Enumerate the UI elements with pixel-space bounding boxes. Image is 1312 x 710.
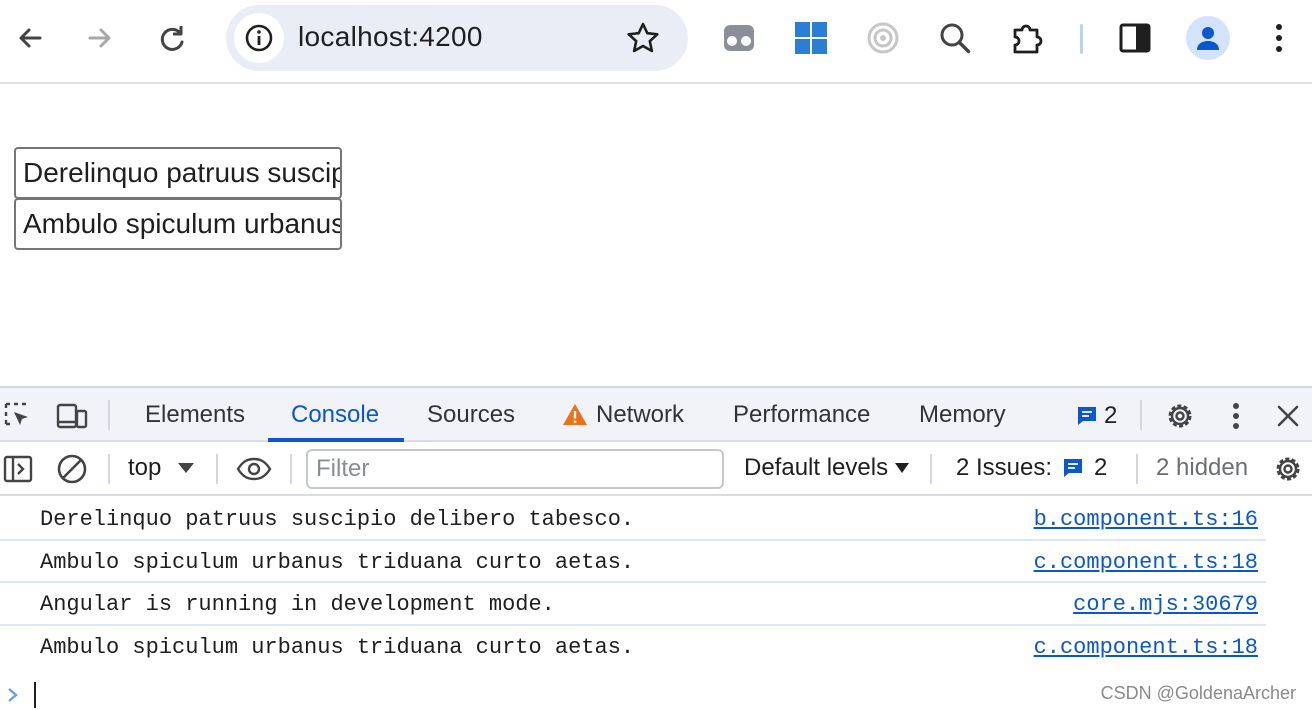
- tab-network[interactable]: Network: [562, 388, 684, 442]
- tab-sources[interactable]: Sources: [427, 388, 515, 442]
- tab-divider: [108, 400, 110, 430]
- console-log-list: Derelinquo patruus suscipio delibero tab…: [0, 498, 1266, 668]
- browser-toolbar: localhost:4200: [0, 0, 1312, 84]
- source-link[interactable]: b.component.ts:16: [1034, 507, 1258, 532]
- console-message-text: Angular is running in development mode.: [40, 592, 555, 617]
- console-message-row: Ambulo spiculum urbanus triduana curto a…: [0, 541, 1266, 583]
- watermark: CSDN @GoldenaArcher: [1100, 683, 1296, 703]
- prompt-chevron-icon: [8, 688, 18, 702]
- message-icon: [1064, 459, 1083, 477]
- url-text[interactable]: localhost:4200: [298, 21, 483, 53]
- tab-console[interactable]: Console: [291, 388, 379, 442]
- profile-avatar-icon[interactable]: [1186, 16, 1230, 60]
- context-selector[interactable]: top: [128, 454, 195, 482]
- devtools-menu-kebab-icon[interactable]: [1218, 398, 1254, 434]
- search-icon[interactable]: [936, 19, 974, 57]
- messages-count[interactable]: 2: [1076, 402, 1117, 430]
- source-link[interactable]: c.component.ts:18: [1034, 550, 1258, 575]
- extension-windows-icon[interactable]: [792, 19, 830, 57]
- console-message-text: Ambulo spiculum urbanus triduana curto a…: [40, 634, 635, 660]
- page-button-c[interactable]: Ambulo spiculum urbanus triduana curto a…: [14, 198, 342, 250]
- extension-glasses-icon[interactable]: [720, 19, 758, 57]
- issues-count: 2: [1094, 454, 1108, 481]
- source-link[interactable]: core.mjs:30679: [1073, 592, 1258, 617]
- forward-icon[interactable]: [76, 14, 124, 62]
- bar-divider: [930, 454, 932, 484]
- console-sidebar-icon[interactable]: [0, 451, 36, 487]
- source-link[interactable]: c.component.ts:18: [1034, 635, 1258, 660]
- console-message-row: Angular is running in development mode. …: [0, 583, 1266, 626]
- toolbar-divider: [1080, 24, 1083, 54]
- bookmark-star-icon[interactable]: [626, 21, 660, 55]
- warning-icon: [563, 404, 587, 425]
- extension-target-icon[interactable]: [864, 19, 902, 57]
- console-settings-gear-icon[interactable]: [1270, 451, 1306, 487]
- chevron-down-icon: [895, 463, 910, 473]
- context-selector-value: top: [128, 454, 162, 481]
- console-toolbar: top Default levels 2 Issues: 2 2 hidden: [0, 442, 1312, 496]
- devtools-panel: Elements Console Sources Network Perform…: [0, 386, 1312, 710]
- tab-elements[interactable]: Elements: [145, 388, 245, 442]
- tab-network-label: Network: [596, 401, 685, 428]
- bar-divider: [1136, 454, 1138, 484]
- log-levels-value: Default levels: [744, 454, 889, 481]
- bar-divider: [108, 454, 110, 484]
- tab-divider: [1140, 400, 1142, 430]
- log-levels-dropdown[interactable]: Default levels: [744, 454, 910, 482]
- bar-divider: [216, 454, 218, 484]
- extensions-puzzle-icon[interactable]: [1008, 19, 1046, 57]
- clear-console-icon[interactable]: [54, 451, 90, 487]
- console-message-row: Ambulo spiculum urbanus triduana curto a…: [0, 626, 1266, 669]
- chevron-down-icon: [178, 463, 195, 473]
- settings-gear-icon[interactable]: [1162, 398, 1198, 434]
- address-bar[interactable]: localhost:4200: [226, 5, 688, 71]
- console-message-text: Ambulo spiculum urbanus triduana curto a…: [40, 549, 635, 575]
- filter-input[interactable]: [306, 449, 724, 489]
- side-panel-icon[interactable]: [1116, 19, 1154, 57]
- reload-icon[interactable]: [148, 14, 196, 62]
- issues-button[interactable]: 2 Issues: 2: [956, 454, 1107, 482]
- inspect-element-icon[interactable]: [0, 398, 36, 434]
- hidden-messages-count: 2 hidden: [1156, 454, 1249, 481]
- console-prompt[interactable]: [6, 682, 36, 708]
- messages-count-value: 2: [1104, 402, 1118, 429]
- console-message-row: Derelinquo patruus suscipio delibero tab…: [0, 498, 1266, 541]
- console-message-text: Derelinquo patruus suscipio delibero tab…: [40, 507, 635, 532]
- text-caret: [34, 682, 36, 708]
- bar-divider: [290, 454, 292, 484]
- back-icon[interactable]: [6, 14, 54, 62]
- close-devtools-icon[interactable]: [1270, 398, 1306, 434]
- issues-label: 2 Issues:: [956, 454, 1053, 481]
- device-toolbar-icon[interactable]: [54, 398, 90, 434]
- browser-menu-kebab-icon[interactable]: [1260, 19, 1298, 57]
- tab-memory[interactable]: Memory: [919, 388, 1006, 442]
- site-info-icon[interactable]: [234, 13, 284, 63]
- devtools-tab-bar: Elements Console Sources Network Perform…: [0, 388, 1312, 442]
- live-expression-eye-icon[interactable]: [236, 451, 272, 487]
- message-icon: [1078, 407, 1096, 425]
- page-button-b[interactable]: Derelinquo patruus suscipio delibero tab…: [14, 147, 342, 199]
- tab-performance[interactable]: Performance: [733, 388, 870, 442]
